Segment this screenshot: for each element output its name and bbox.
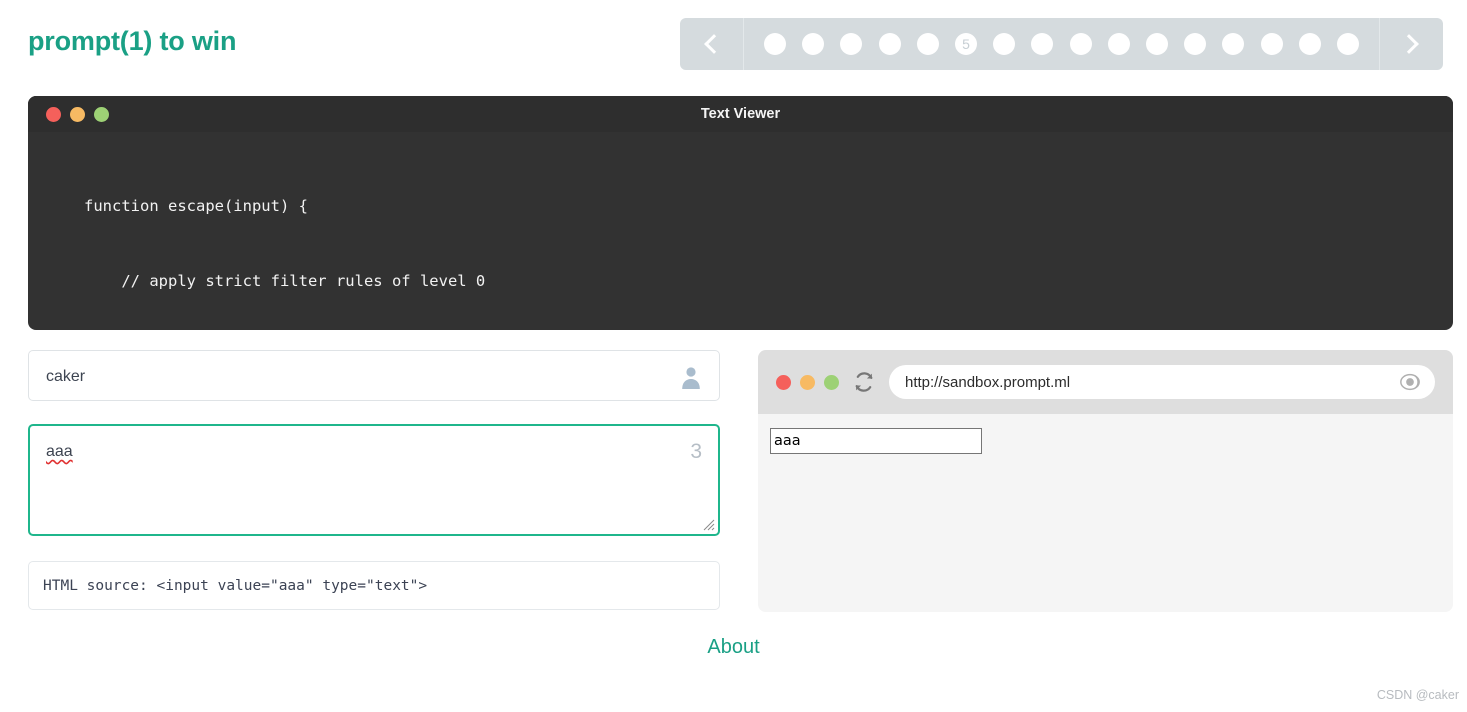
sandbox-browser: http://sandbox.prompt.ml aaa <box>758 350 1453 612</box>
maximize-light-icon[interactable] <box>94 106 109 122</box>
close-light-icon[interactable] <box>46 106 61 122</box>
browser-maximize-light-icon[interactable] <box>824 374 839 390</box>
browser-close-light-icon[interactable] <box>776 374 791 390</box>
next-level-button[interactable] <box>1379 18 1443 70</box>
payload-char-count: 3 <box>690 440 702 463</box>
url-bar[interactable]: http://sandbox.prompt.ml <box>889 365 1435 399</box>
payload-textarea[interactable]: aaa 3 <box>28 424 720 536</box>
code-viewer-body: function escape(input) { // apply strict… <box>28 132 1453 330</box>
level-dot-5[interactable] <box>916 33 939 55</box>
html-source-output: HTML source: <input value="aaa" type="te… <box>28 561 720 610</box>
chevron-right-icon <box>1399 34 1419 54</box>
reload-icon[interactable] <box>853 371 875 393</box>
level-dot-8[interactable] <box>1031 33 1054 55</box>
sandbox-content: aaa <box>758 414 1453 612</box>
name-input-value: caker <box>46 367 86 385</box>
level-dot-4[interactable] <box>878 33 901 55</box>
browser-toolbar: http://sandbox.prompt.ml <box>758 350 1453 414</box>
url-text: http://sandbox.prompt.ml <box>905 373 1071 391</box>
level-dot-12[interactable] <box>1184 33 1207 55</box>
level-dot-10[interactable] <box>1107 33 1130 55</box>
level-dot-15[interactable] <box>1298 33 1321 55</box>
about-link[interactable]: About <box>0 636 1467 659</box>
user-icon <box>682 367 700 389</box>
level-dot-14[interactable] <box>1260 33 1283 55</box>
page-title: prompt(1) to win <box>28 26 237 56</box>
chevron-left-icon <box>704 34 724 54</box>
code-line-1: function escape(input) { <box>84 197 308 215</box>
level-dot-3[interactable] <box>840 33 863 55</box>
level-dot-current[interactable]: 5 <box>955 33 978 55</box>
sandbox-text-input-value: aaa <box>774 433 801 449</box>
html-source-text: HTML source: <input value="aaa" type="te… <box>43 577 428 594</box>
sandbox-text-input[interactable]: aaa <box>770 428 982 454</box>
level-dot-2[interactable] <box>802 33 825 55</box>
code-line-2: // apply strict filter rules of level 0 <box>84 272 486 290</box>
window-traffic-lights <box>46 96 109 132</box>
code-viewer-window: Text Viewer function escape(input) { // … <box>28 96 1453 330</box>
name-input[interactable]: caker <box>28 350 720 401</box>
payload-textarea-value: aaa <box>46 443 73 460</box>
level-dot-1[interactable] <box>764 33 787 55</box>
page-header: prompt(1) to win 5 <box>0 0 1467 88</box>
level-dots: 5 <box>744 18 1379 70</box>
level-dot-16[interactable] <box>1336 33 1359 55</box>
level-dot-7[interactable] <box>993 33 1016 55</box>
browser-minimize-light-icon[interactable] <box>800 374 815 390</box>
minimize-light-icon[interactable] <box>70 106 85 122</box>
resize-handle-icon[interactable] <box>703 519 715 531</box>
prev-level-button[interactable] <box>680 18 744 70</box>
page-root: prompt(1) to win 5 Text Viewer function … <box>0 0 1467 712</box>
browser-traffic-lights <box>776 374 839 390</box>
level-dot-9[interactable] <box>1069 33 1092 55</box>
eye-icon[interactable] <box>1399 371 1421 393</box>
level-dot-11[interactable] <box>1145 33 1168 55</box>
code-viewer-titlebar: Text Viewer <box>28 96 1453 132</box>
watermark: CSDN @caker <box>1376 688 1459 702</box>
level-dot-13[interactable] <box>1222 33 1245 55</box>
level-navigation-bar: 5 <box>680 18 1443 70</box>
code-viewer-title: Text Viewer <box>700 106 781 122</box>
